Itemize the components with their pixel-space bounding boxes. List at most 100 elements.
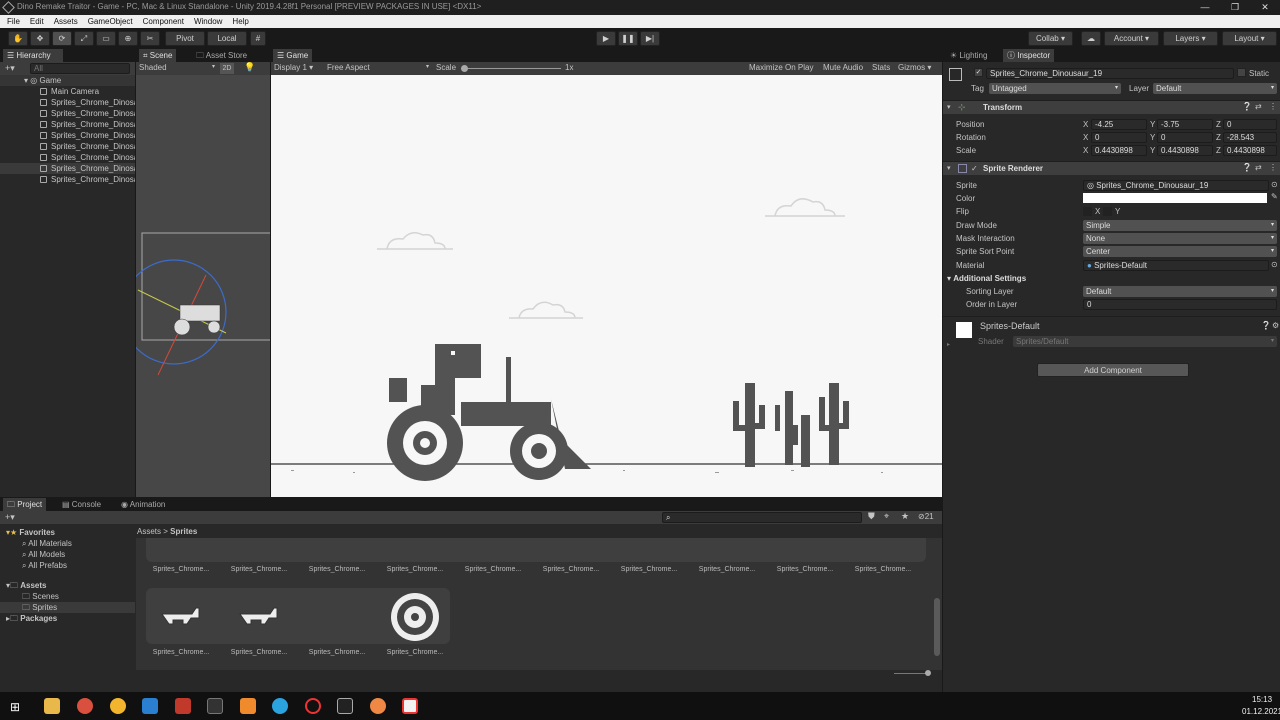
- sprite-renderer-enabled-checkbox[interactable]: ✓: [971, 164, 978, 173]
- thumbnail-size-thumb[interactable]: [925, 670, 931, 676]
- scale-slider-thumb[interactable]: [461, 65, 468, 72]
- transform-tool-icon[interactable]: ⊕: [118, 31, 138, 46]
- tab-asset-store[interactable]: 🗀 Asset Store: [192, 49, 257, 62]
- app-yellow-icon[interactable]: [110, 698, 126, 714]
- sprite-renderer-header[interactable]: ▾ ✓ Sprite Renderer ❔ ⇄ ⋮: [943, 161, 1280, 175]
- terminal-icon[interactable]: [207, 698, 223, 714]
- sublime-icon[interactable]: [240, 698, 256, 714]
- settings-gear-icon[interactable]: ⚙: [1272, 321, 1279, 330]
- asset-tile[interactable]: Sprites_Chrome...: [300, 649, 374, 656]
- unity-icon[interactable]: [337, 698, 353, 714]
- breadcrumb-assets[interactable]: Assets: [137, 527, 161, 536]
- help-icon[interactable]: ❔: [1261, 321, 1271, 330]
- browser-icon[interactable]: [370, 698, 386, 714]
- asset-tile[interactable]: Sprites_Chrome...: [378, 649, 452, 656]
- scene-root-item[interactable]: ▾ ◎ Game: [0, 75, 135, 86]
- asset-tile[interactable]: Sprites_Chrome...: [378, 566, 452, 573]
- close-icon[interactable]: ✕: [1250, 0, 1280, 15]
- local-toggle[interactable]: Local: [207, 31, 247, 46]
- layers-dropdown[interactable]: Layers ▾: [1163, 31, 1218, 46]
- scale-z-field[interactable]: 0.4430898: [1223, 145, 1277, 156]
- vertical-scrollbar[interactable]: [934, 598, 940, 656]
- flip-x-checkbox[interactable]: [1083, 207, 1092, 216]
- tab-animation[interactable]: ◉ Animation: [117, 498, 169, 511]
- hierarchy-item[interactable]: Sprites_Chrome_Dinosaur_: [40, 119, 135, 130]
- help-icon[interactable]: ❔: [1242, 102, 1252, 111]
- menu-help[interactable]: Help: [232, 17, 248, 26]
- hierarchy-item[interactable]: Sprites_Chrome_Dinosaur_: [40, 97, 135, 108]
- additional-settings-foldout[interactable]: ▾ Additional Settings: [947, 274, 1026, 283]
- object-picker-icon[interactable]: ⊙: [1271, 260, 1278, 269]
- position-y-field[interactable]: -3.75: [1157, 119, 1213, 130]
- asset-tile[interactable]: Sprites_Chrome...: [222, 566, 296, 573]
- material-field[interactable]: ● Sprites-Default: [1083, 260, 1269, 271]
- asset-tile[interactable]: Sprites_Chrome...: [456, 566, 530, 573]
- object-picker-icon[interactable]: ⊙: [1271, 180, 1278, 189]
- account-dropdown[interactable]: Account ▾: [1104, 31, 1159, 46]
- hierarchy-item[interactable]: Sprites_Chrome_Dinosaur_: [40, 130, 135, 141]
- stats-toggle[interactable]: Stats: [872, 63, 890, 72]
- hierarchy-search-input[interactable]: All: [30, 63, 130, 74]
- filter-label-icon[interactable]: ⌖: [884, 511, 889, 522]
- scale-y-field[interactable]: 0.4430898: [1157, 145, 1213, 156]
- recorder-icon[interactable]: [305, 698, 321, 714]
- preset-icon[interactable]: ⇄: [1255, 163, 1262, 172]
- menu-window[interactable]: Window: [194, 17, 222, 26]
- hidden-packages-icon[interactable]: ⊘21: [918, 512, 934, 521]
- menu-dots-icon[interactable]: ⋮: [1269, 102, 1277, 111]
- hierarchy-item[interactable]: Sprites_Chrome_Dinosaur_: [40, 152, 135, 163]
- filter-type-icon[interactable]: ⛊: [868, 511, 875, 522]
- foldout-arrow-icon[interactable]: ▾: [947, 164, 951, 172]
- menu-assets[interactable]: Assets: [54, 17, 78, 26]
- add-component-button[interactable]: Add Component: [1037, 363, 1189, 377]
- tab-scene[interactable]: ⌗ Scene: [139, 49, 177, 62]
- game-canvas[interactable]: [271, 75, 942, 497]
- telegram-icon[interactable]: [272, 698, 288, 714]
- transform-header[interactable]: ▾ ⊹ Transform ❔ ⇄ ⋮: [943, 100, 1280, 114]
- menu-file[interactable]: File: [7, 17, 20, 26]
- hierarchy-item[interactable]: Sprites_Chrome_Dinosaur_: [40, 174, 135, 185]
- preset-icon[interactable]: ⇄: [1255, 102, 1262, 111]
- mute-audio-toggle[interactable]: Mute Audio: [823, 63, 863, 72]
- display-dropdown[interactable]: Display 1 ▾: [274, 63, 313, 72]
- asset-tile[interactable]: Sprites_Chrome...: [300, 566, 374, 573]
- hierarchy-item-camera[interactable]: Main Camera: [40, 86, 135, 97]
- rotation-z-field[interactable]: -28.543: [1223, 132, 1277, 143]
- chrome-icon[interactable]: [77, 698, 93, 714]
- tag-dropdown[interactable]: Untagged ▾: [989, 83, 1121, 94]
- asset-tile[interactable]: Sprites_Chrome...: [846, 566, 920, 573]
- fav-item-models[interactable]: ⌕ All Models: [22, 549, 65, 560]
- game-app-icon[interactable]: [402, 698, 418, 714]
- move-tool-icon[interactable]: ✥: [30, 31, 50, 46]
- scale-tool-icon[interactable]: ⤢: [74, 31, 94, 46]
- maximize-on-play-toggle[interactable]: Maximize On Play: [749, 63, 813, 72]
- tab-console[interactable]: ▤ Console: [58, 498, 105, 511]
- lighting-toggle-icon[interactable]: 💡: [244, 62, 255, 73]
- menu-component[interactable]: Component: [143, 17, 184, 26]
- folder-sprites[interactable]: 🗀 Sprites: [0, 602, 135, 613]
- foldout-arrow-icon[interactable]: ▾: [947, 103, 951, 111]
- mode-2d-toggle[interactable]: 2D: [220, 63, 234, 74]
- aspect-dropdown[interactable]: Free Aspect ▾: [327, 63, 429, 72]
- fav-item-materials[interactable]: ⌕ All Materials: [22, 538, 72, 549]
- sprite-field[interactable]: ◎ Sprites_Chrome_Dinousaur_19: [1083, 180, 1269, 191]
- create-asset-icon[interactable]: +▾: [5, 512, 15, 523]
- mask-interaction-dropdown[interactable]: None ▾: [1083, 233, 1277, 244]
- maximize-icon[interactable]: ❐: [1220, 0, 1250, 15]
- folder-scenes[interactable]: 🗀 Scenes: [22, 591, 59, 602]
- material-foldout-icon[interactable]: ▸: [947, 341, 950, 348]
- asset-tile[interactable]: Sprites_Chrome...: [144, 649, 218, 656]
- position-x-field[interactable]: -4.25: [1091, 119, 1147, 130]
- favorite-star-icon[interactable]: ★: [901, 511, 909, 522]
- cloud-icon[interactable]: ☁: [1081, 31, 1101, 46]
- menu-gameobject[interactable]: GameObject: [88, 17, 133, 26]
- static-checkbox[interactable]: [1237, 68, 1246, 77]
- tab-lighting[interactable]: ☀ Lighting: [946, 49, 991, 62]
- hierarchy-item-selected[interactable]: Sprites_Chrome_Dinosaur_: [0, 163, 135, 174]
- add-object-icon[interactable]: +▾: [5, 63, 15, 74]
- minimize-icon[interactable]: —: [1190, 0, 1220, 15]
- grid-snap-icon[interactable]: #: [250, 31, 266, 46]
- pause-button[interactable]: ❚❚: [618, 31, 638, 46]
- rect-tool-icon[interactable]: ▭: [96, 31, 116, 46]
- hand-tool-icon[interactable]: ✋: [8, 31, 28, 46]
